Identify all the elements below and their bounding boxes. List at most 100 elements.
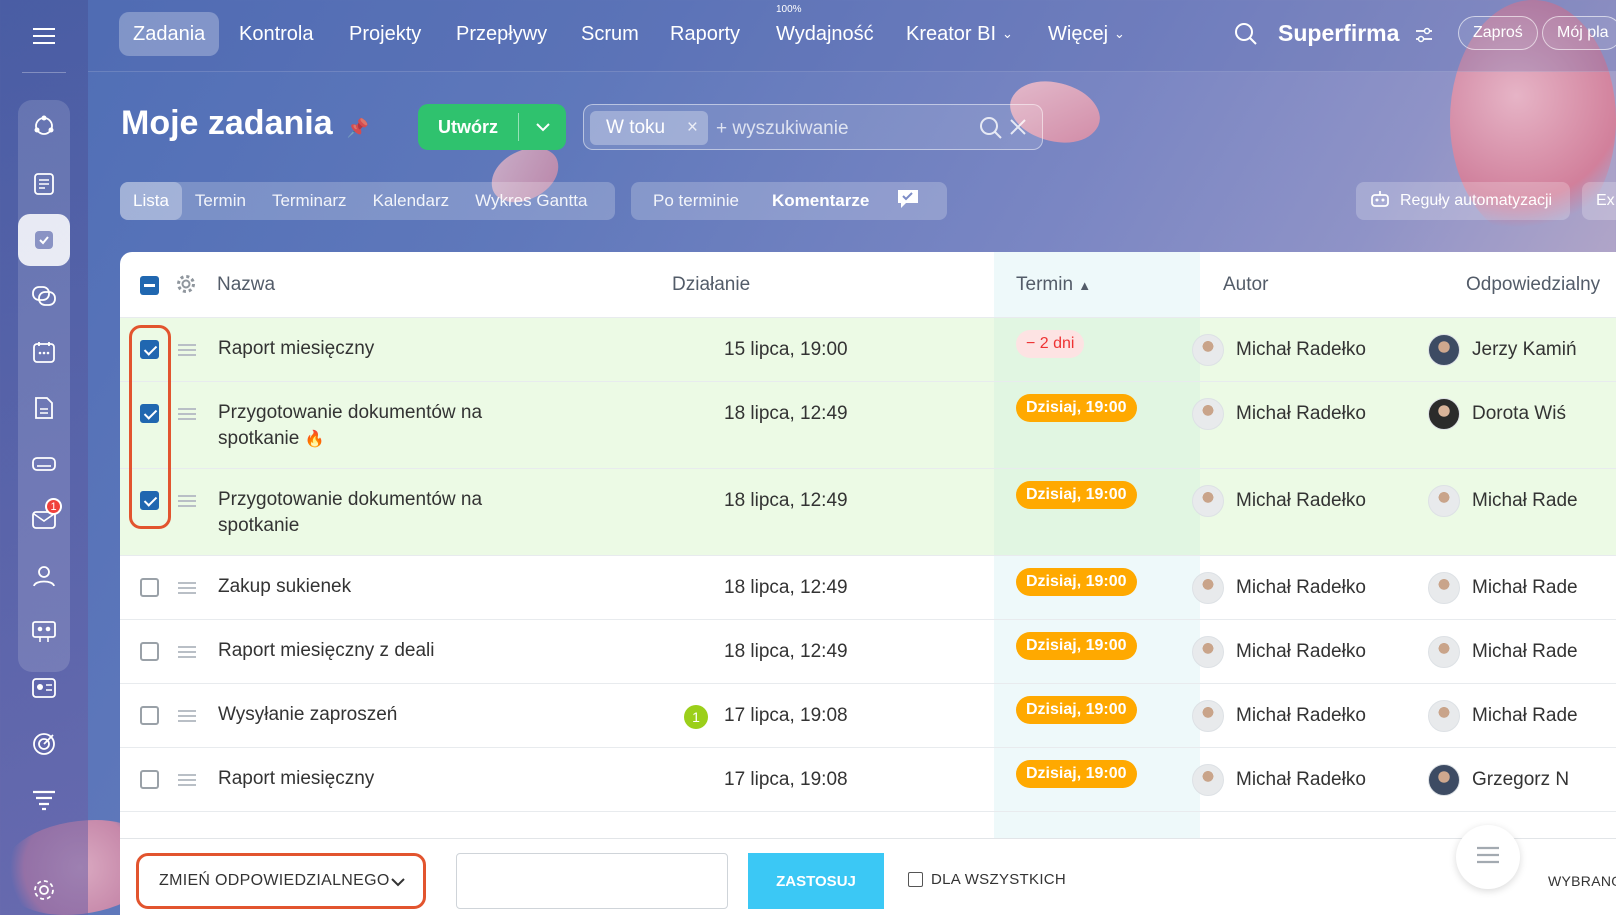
responsible-cell[interactable]: Michał Rade [1428, 572, 1578, 604]
due-badge[interactable]: Dzisiaj, 19:00 [1016, 481, 1137, 509]
author-cell[interactable]: Michał Radełko [1192, 700, 1366, 732]
workgroups-icon[interactable] [18, 606, 70, 658]
author-cell[interactable]: Michał Radełko [1192, 636, 1366, 668]
table-row[interactable]: Raport miesięczny z deali 18 lipca, 12:49… [120, 620, 1616, 684]
drag-handle-icon[interactable] [178, 774, 196, 786]
search-input[interactable]: + wyszukiwanie [716, 118, 849, 140]
due-badge[interactable]: − 2 dni [1016, 330, 1085, 358]
filter-po-terminie[interactable]: Po terminie [631, 182, 752, 220]
task-name[interactable]: Przygotowanie dokumentów na spotkanie 🔥 [218, 400, 518, 453]
clear-icon[interactable] [1009, 118, 1027, 141]
due-badge[interactable]: Dzisiaj, 19:00 [1016, 696, 1137, 724]
tab-terminarz[interactable]: Terminarz [259, 182, 360, 220]
chevron-down-icon[interactable] [519, 122, 566, 132]
list-menu-button[interactable] [1456, 825, 1520, 889]
crm-icon[interactable] [18, 662, 70, 714]
column-header-activity[interactable]: Działanie [672, 274, 750, 296]
document-icon[interactable] [18, 382, 70, 434]
gear-icon[interactable] [176, 274, 196, 299]
chat-icon[interactable] [18, 270, 70, 322]
author-cell[interactable]: Michał Radełko [1192, 334, 1366, 366]
tab-kalendarz[interactable]: Kalendarz [360, 182, 463, 220]
nav-tab-raporty[interactable]: Raporty [656, 12, 754, 56]
drag-handle-icon[interactable] [178, 710, 196, 722]
for-all-checkbox[interactable]: DLA WSZYSTKICH [908, 871, 1066, 888]
drag-handle-icon[interactable] [178, 495, 196, 507]
sitemap-icon[interactable] [18, 100, 70, 152]
row-checkbox[interactable] [140, 770, 159, 789]
responsible-cell[interactable]: Jerzy Kamiń [1428, 334, 1577, 366]
responsible-input[interactable] [456, 853, 728, 909]
table-row[interactable]: Raport miesięczny 17 lipca, 19:08 Dzisiaj,… [120, 748, 1616, 812]
table-row[interactable]: Wysyłanie zaproszeń 1 17 lipca, 19:08 Dzisi… [120, 684, 1616, 748]
pin-icon[interactable]: 📌 [347, 118, 369, 138]
mail-icon[interactable]: 1 [18, 494, 70, 546]
filter-komentarze[interactable]: Komentarze [752, 182, 882, 220]
author-cell[interactable]: Michał Radełko [1192, 764, 1366, 796]
task-name[interactable]: Raport miesięczny [218, 336, 518, 362]
drive-icon[interactable] [18, 438, 70, 490]
close-icon[interactable]: × [687, 117, 698, 139]
drag-handle-icon[interactable] [178, 408, 196, 420]
funnel-icon[interactable] [18, 774, 70, 826]
author-cell[interactable]: Michał Radełko [1192, 398, 1366, 430]
filter-chip[interactable]: W toku × [590, 111, 708, 145]
author-cell[interactable]: Michał Radełko [1192, 572, 1366, 604]
task-name[interactable]: Przygotowanie dokumentów na spotkanie [218, 487, 518, 539]
responsible-cell[interactable]: Grzegorz N [1428, 764, 1569, 796]
responsible-cell[interactable]: Michał Rade [1428, 636, 1578, 668]
task-name[interactable]: Raport miesięczny z deali [218, 638, 518, 664]
comment-check-icon[interactable] [896, 188, 920, 215]
action-select[interactable]: ZMIEŃ ODPOWIEDZIALNEGO [136, 853, 426, 909]
select-all-checkbox[interactable] [140, 276, 159, 295]
comments-badge[interactable]: 1 [684, 705, 708, 729]
column-header-due[interactable]: Termin ▲ [1016, 274, 1091, 296]
calendar-icon[interactable] [18, 326, 70, 378]
nav-tab-projekty[interactable]: Projekty [335, 12, 435, 56]
my-plan-button[interactable]: Mój pla [1542, 16, 1616, 50]
task-name[interactable]: Raport miesięczny [218, 766, 518, 792]
create-button[interactable]: Utwórz [418, 104, 566, 150]
marketing-icon[interactable] [18, 718, 70, 770]
drag-handle-icon[interactable] [178, 344, 196, 356]
column-header-name[interactable]: Nazwa [217, 274, 275, 296]
table-row[interactable]: Przygotowanie dokumentów na spotkanie 18 … [120, 469, 1616, 556]
task-filter-search[interactable]: W toku × + wyszukiwanie [583, 104, 1043, 150]
news-icon[interactable] [18, 158, 70, 210]
tab-lista[interactable]: Lista [120, 182, 182, 220]
due-badge[interactable]: Dzisiaj, 19:00 [1016, 568, 1137, 596]
responsible-cell[interactable]: Michał Rade [1428, 485, 1578, 517]
apply-button[interactable]: ZASTOSUJ [748, 853, 884, 909]
company-name[interactable]: Superfirma [1278, 20, 1399, 47]
search-icon[interactable] [979, 116, 1003, 145]
drag-handle-icon[interactable] [178, 582, 196, 594]
due-badge[interactable]: Dzisiaj, 19:00 [1016, 632, 1137, 660]
due-badge[interactable]: Dzisiaj, 19:00 [1016, 760, 1137, 788]
row-checkbox[interactable] [140, 642, 159, 661]
tab-gantt[interactable]: Wykres Gantta [462, 182, 600, 220]
nav-tab-przeplywy[interactable]: Przepływy [442, 12, 561, 56]
row-checkbox[interactable] [140, 578, 159, 597]
drag-handle-icon[interactable] [178, 646, 196, 658]
invite-button[interactable]: Zaproś [1458, 16, 1538, 50]
nav-tab-kreator-bi[interactable]: Kreator BI ⌄ [892, 12, 1027, 56]
search-icon[interactable] [1234, 22, 1258, 51]
responsible-cell[interactable]: Michał Rade [1428, 700, 1578, 732]
due-badge[interactable]: Dzisiaj, 19:00 [1016, 394, 1137, 422]
nav-tab-scrum[interactable]: Scrum [567, 12, 653, 56]
nav-tab-wydajnosc[interactable]: Wydajność [762, 12, 888, 56]
task-name[interactable]: Wysyłanie zaproszeń [218, 702, 518, 728]
row-checkbox[interactable] [140, 706, 159, 725]
tab-termin[interactable]: Termin [182, 182, 259, 220]
table-row[interactable]: Przygotowanie dokumentów na spotkanie 🔥 1… [120, 382, 1616, 469]
nav-tab-wiecej[interactable]: Więcej ⌄ [1034, 12, 1139, 56]
author-cell[interactable]: Michał Radełko [1192, 485, 1366, 517]
nav-tab-kontrola[interactable]: Kontrola [225, 12, 328, 56]
menu-icon[interactable] [24, 24, 64, 48]
automation-rules-button[interactable]: Reguły automatyzacji [1356, 182, 1570, 220]
contacts-icon[interactable] [18, 550, 70, 602]
extensions-button[interactable]: Ex [1582, 182, 1616, 220]
settings-icon[interactable] [18, 864, 70, 915]
column-header-author[interactable]: Autor [1223, 274, 1268, 296]
table-row[interactable]: Zakup sukienek 18 lipca, 12:49 Dzisiaj, 19… [120, 556, 1616, 620]
